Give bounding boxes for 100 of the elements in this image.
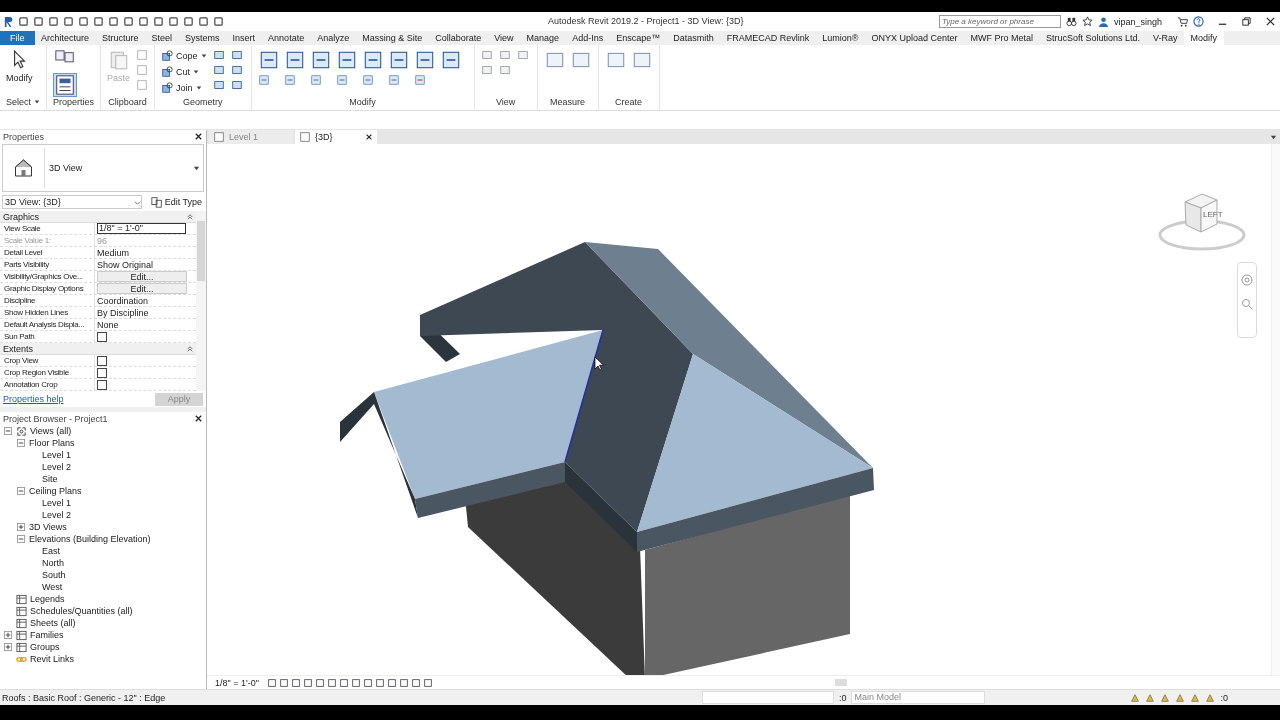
- view-control-icon[interactable]: [422, 677, 433, 688]
- tool-icon[interactable]: [161, 81, 174, 94]
- checkbox[interactable]: [97, 355, 107, 366]
- properties-icon[interactable]: [53, 73, 77, 97]
- checkbox[interactable]: [97, 379, 107, 390]
- ribbon-tab[interactable]: ONYX Upload Center: [864, 31, 964, 45]
- panel-label[interactable]: View: [495, 97, 516, 107]
- app-logo-icon[interactable]: [4, 15, 14, 28]
- ribbon-tab[interactable]: Structure: [95, 31, 146, 45]
- caret-icon[interactable]: [200, 52, 207, 59]
- collapse-icon[interactable]: [187, 213, 193, 220]
- tree-item[interactable]: Views (all): [30, 426, 72, 436]
- view-control-icon[interactable]: [410, 677, 421, 688]
- scrollbar-thumb[interactable]: [834, 679, 847, 686]
- selection-option-icon[interactable]: [1190, 692, 1201, 703]
- ribbon-tab[interactable]: V-Ray: [1146, 31, 1184, 45]
- ribbon-tab[interactable]: View: [487, 31, 521, 45]
- tree-item[interactable]: Families: [30, 630, 64, 640]
- tree-item[interactable]: Schedules/Quantities (all): [30, 606, 133, 616]
- ribbon-tab[interactable]: Analyze: [310, 31, 356, 45]
- ribbon-tab[interactable]: Insert: [226, 31, 262, 45]
- tool-icon[interactable]: [161, 65, 174, 78]
- ribbon-tab[interactable]: Manage: [520, 31, 566, 45]
- caret-icon[interactable]: [193, 68, 200, 75]
- tree-item[interactable]: Floor Plans: [29, 438, 75, 448]
- properties-help-link[interactable]: Properties help: [3, 394, 64, 404]
- selection-option-icon[interactable]: [1130, 692, 1141, 703]
- dropdown-icon[interactable]: [193, 164, 200, 172]
- view-control-icon[interactable]: [350, 677, 361, 688]
- close-icon[interactable]: [365, 133, 373, 141]
- tree-item[interactable]: Level 1: [42, 450, 72, 460]
- user-icon[interactable]: [1097, 16, 1109, 27]
- view-control-icon[interactable]: [362, 677, 373, 688]
- view-control-icon[interactable]: [398, 677, 409, 688]
- group-header[interactable]: Graphics: [3, 211, 39, 222]
- collapse-icon[interactable]: [17, 535, 25, 543]
- checkbox[interactable]: [97, 367, 107, 378]
- view-control-icon[interactable]: [386, 677, 397, 688]
- toolbar-icon[interactable]: [153, 16, 164, 27]
- ribbon-tab[interactable]: Steel: [145, 31, 179, 45]
- chevron-icon[interactable]: [133, 198, 141, 206]
- tree-item[interactable]: West: [42, 582, 63, 592]
- tree-item[interactable]: Level 2: [42, 462, 72, 472]
- tree-item[interactable]: Level 2: [42, 510, 72, 520]
- panel-label[interactable]: Measure: [550, 97, 586, 107]
- close-icon[interactable]: [194, 132, 203, 141]
- view-control-icon[interactable]: [302, 677, 313, 688]
- collapse-icon[interactable]: [17, 439, 25, 447]
- type-selector[interactable]: 3D View: {3D}: [2, 195, 142, 209]
- selection-option-icon[interactable]: [1145, 692, 1156, 703]
- binoculars-icon[interactable]: [1065, 16, 1077, 27]
- toolbar-icon[interactable]: [213, 16, 224, 27]
- toolbar-icon[interactable]: [108, 16, 119, 27]
- edit-type-button[interactable]: Edit Type: [148, 196, 204, 208]
- caret-icon[interactable]: [195, 84, 202, 91]
- tree-item[interactable]: Sheets (all): [30, 618, 76, 628]
- panel-label[interactable]: Select: [6, 97, 31, 107]
- ribbon-tab[interactable]: File: [0, 31, 35, 45]
- caret-icon[interactable]: [34, 99, 40, 105]
- toolbar-icon[interactable]: [168, 16, 179, 27]
- selection-option-icon[interactable]: [1205, 692, 1216, 703]
- view-scale-field[interactable]: 1/8" = 1'-0": [97, 223, 186, 234]
- geometry-button[interactable]: Cut: [161, 65, 191, 78]
- panel-label[interactable]: Geometry: [183, 97, 223, 107]
- search-field[interactable]: Type a keyword or phrase: [938, 15, 1061, 28]
- tree-item[interactable]: Site: [42, 474, 58, 484]
- toolbar-icon[interactable]: [93, 16, 104, 27]
- ribbon-tab[interactable]: Lumion®: [815, 31, 865, 45]
- expand-icon[interactable]: [4, 631, 12, 639]
- tree-item[interactable]: North: [42, 558, 64, 568]
- view-control-icon[interactable]: [278, 677, 289, 688]
- panel-label[interactable]: Properties: [53, 97, 95, 107]
- ribbon-tab[interactable]: MWF Pro Metal: [963, 31, 1040, 45]
- toolbar-icon[interactable]: [138, 16, 149, 27]
- restore-icon[interactable]: [1241, 16, 1252, 27]
- ribbon-tab[interactable]: Enscape™: [609, 31, 667, 45]
- tool-icon[interactable]: [161, 49, 174, 62]
- edit-button[interactable]: Edit...: [97, 283, 187, 294]
- ribbon-tab[interactable]: StrucSoft Solutions Ltd.: [1039, 31, 1147, 45]
- ribbon-tab[interactable]: Collaborate: [428, 31, 488, 45]
- tree-item[interactable]: Level 1: [42, 498, 72, 508]
- panel-label[interactable]: Clipboard: [108, 97, 147, 107]
- tool-icon[interactable]: [230, 64, 243, 76]
- user-name[interactable]: vipan_singh: [1113, 16, 1162, 27]
- view-tab[interactable]: {3D}: [295, 130, 377, 144]
- tree-item[interactable]: Groups: [30, 642, 60, 652]
- modify-button[interactable]: Modify: [6, 73, 33, 83]
- tool-icon[interactable]: [230, 79, 243, 91]
- tool-icon[interactable]: [212, 64, 225, 76]
- view-control-icon[interactable]: [266, 677, 277, 688]
- model-dropdown[interactable]: Main Model: [851, 691, 986, 704]
- toolbar-icon[interactable]: [123, 16, 134, 27]
- ribbon-tab[interactable]: Datasmith: [666, 31, 721, 45]
- toolbar-icon[interactable]: [78, 16, 89, 27]
- tree-item[interactable]: South: [42, 570, 66, 580]
- view-control-icon[interactable]: [290, 677, 301, 688]
- scrollbar[interactable]: [196, 211, 206, 391]
- close-icon[interactable]: [194, 414, 203, 423]
- toolbar-icon[interactable]: [183, 16, 194, 27]
- ribbon-tab[interactable]: Architecture: [34, 31, 96, 45]
